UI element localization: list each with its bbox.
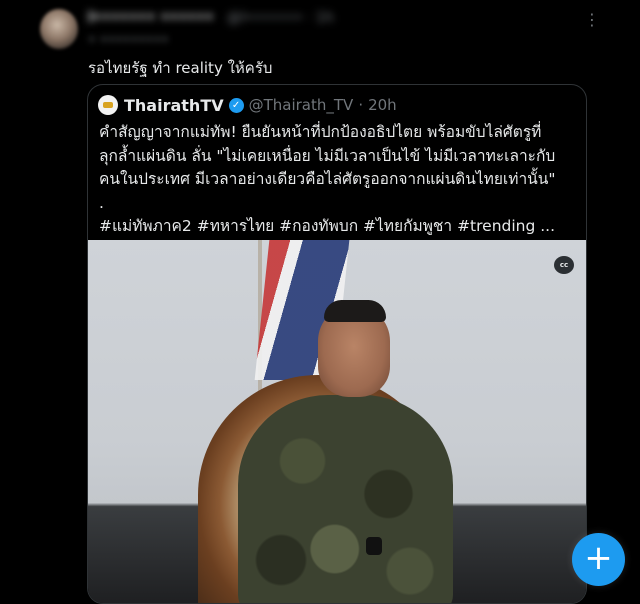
- captions-icon[interactable]: cc: [554, 256, 574, 274]
- video-player[interactable]: cc: [88, 240, 586, 603]
- quoted-text-line: คนในประเทศ มีเวลาอย่างเดียวคือไล่ศัตรูออ…: [99, 170, 556, 188]
- quoted-text-line: คำสัญญาจากแม่ทัพ! ยืนยันหน้าที่ปกป้องอธิ…: [99, 123, 542, 141]
- author-subline: • •••••••••: [88, 33, 169, 48]
- author-display-name[interactable]: l••••••• ••••••: [88, 10, 214, 26]
- quoted-author-handle[interactable]: @Thairath_TV: [249, 96, 354, 114]
- quoted-tweet-header: ThairathTV ✓ @Thairath_TV · 20h: [98, 93, 397, 117]
- post-text: รอไทยรัฐ ทำ reality ให้ครับ: [88, 59, 273, 77]
- author-avatar[interactable]: [40, 9, 78, 49]
- quoted-tweet[interactable]: ThairathTV ✓ @Thairath_TV · 20h คำสัญญาจ…: [87, 84, 587, 604]
- separator-dot: ·: [358, 96, 364, 114]
- quoted-author-name[interactable]: ThairathTV: [124, 96, 224, 115]
- quoted-text-line: ลุกล้ำแผ่นดิน ลั่น "ไม่เคยเหนื่อย ไม่มีเ…: [99, 146, 556, 165]
- soldier-uniform: [238, 395, 453, 603]
- more-options-icon[interactable]: ⋮: [584, 8, 600, 32]
- hashtags-line[interactable]: #แม่ทัพภาค2 #ทหารไทย #กองทัพบก #ไทยกัมพู…: [99, 215, 579, 239]
- author-name[interactable]: l••••••• •••••• @l••••••• · 1h: [88, 10, 334, 26]
- author-handle-time: @l••••••• · 1h: [226, 10, 334, 26]
- wristwatch: [366, 537, 382, 555]
- quoted-text-line: .: [99, 193, 104, 212]
- compose-post-button[interactable]: +: [572, 533, 625, 586]
- quoted-tweet-text: คำสัญญาจากแม่ทัพ! ยืนยันหน้าที่ปกป้องอธิ…: [99, 121, 579, 239]
- thairath-logo-icon[interactable]: [98, 95, 118, 115]
- soldier-hair: [324, 300, 386, 322]
- verified-badge-icon: ✓: [228, 97, 244, 113]
- quoted-timestamp[interactable]: 20h: [368, 96, 397, 114]
